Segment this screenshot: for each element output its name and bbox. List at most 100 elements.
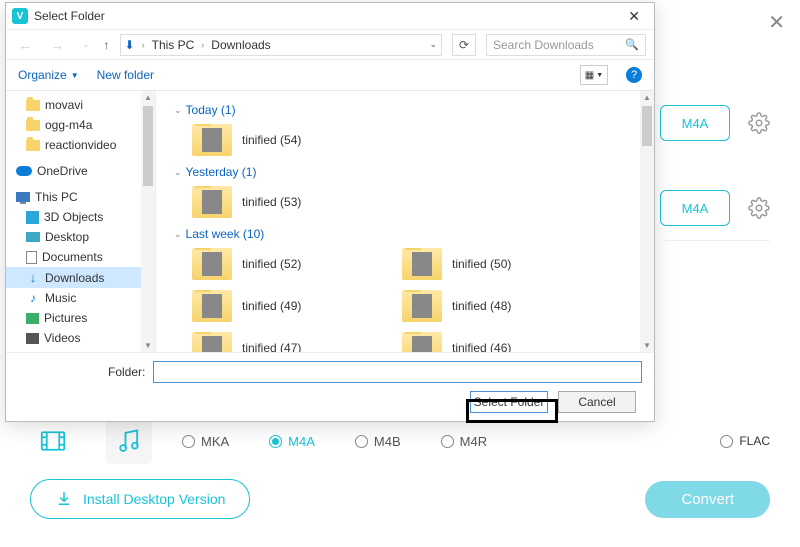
folder-name-input[interactable] bbox=[153, 361, 642, 383]
folder-item[interactable]: tinified (54) bbox=[192, 121, 382, 159]
format-radio-mka[interactable]: MKA bbox=[182, 434, 229, 449]
output-format-button-1[interactable]: M4A bbox=[660, 105, 730, 141]
scroll-down-icon[interactable]: ▼ bbox=[142, 339, 154, 352]
search-input[interactable]: Search Downloads 🔍 bbox=[486, 34, 646, 56]
tree-item-label: ogg-m4a bbox=[45, 118, 92, 132]
breadcrumb-root[interactable]: This PC bbox=[152, 38, 195, 52]
tree-item-videos[interactable]: Videos bbox=[6, 328, 155, 348]
tree-item-desktop[interactable]: Desktop bbox=[6, 227, 155, 247]
format-label: M4B bbox=[374, 434, 401, 449]
tree-item-label: Local Disk (C:) bbox=[44, 351, 123, 352]
download-icon bbox=[55, 490, 73, 508]
refresh-icon[interactable]: ⟳ bbox=[452, 34, 476, 56]
format-radio-m4a[interactable]: M4A bbox=[269, 434, 315, 449]
content-scrollbar[interactable]: ▲ ▼ bbox=[640, 91, 654, 352]
folder-icon bbox=[192, 248, 232, 280]
folder-item[interactable]: tinified (50) bbox=[402, 245, 592, 283]
audio-tab-icon[interactable] bbox=[106, 418, 152, 464]
folder-icon bbox=[192, 124, 232, 156]
convert-button[interactable]: Convert bbox=[645, 481, 770, 518]
folder-name: tinified (47) bbox=[242, 341, 301, 352]
tree-item-ogg-m4a[interactable]: ogg-m4a bbox=[6, 115, 155, 135]
tree-item-3d-objects[interactable]: 3D Objects bbox=[6, 207, 155, 227]
breadcrumb-loc[interactable]: Downloads bbox=[211, 38, 270, 52]
navigation-tree[interactable]: movavi ogg-m4a reactionvideo OneDrive This P… bbox=[6, 91, 156, 352]
cancel-button[interactable]: Cancel bbox=[558, 391, 636, 413]
chevron-down-icon: ⌄ bbox=[174, 229, 182, 240]
scroll-up-icon[interactable]: ▲ bbox=[142, 91, 154, 104]
install-desktop-button[interactable]: Install Desktop Version bbox=[30, 479, 250, 519]
search-placeholder: Search Downloads bbox=[493, 38, 594, 52]
settings-gear-icon[interactable] bbox=[748, 197, 770, 219]
tree-item-label: Downloads bbox=[45, 271, 104, 285]
nav-up-icon[interactable]: ↑ bbox=[104, 38, 110, 52]
address-bar[interactable]: ⬇ › This PC › Downloads ⌄ bbox=[120, 34, 442, 56]
output-format-button-2[interactable]: M4A bbox=[660, 190, 730, 226]
radio-icon bbox=[355, 435, 368, 448]
folder-icon bbox=[192, 290, 232, 322]
folder-item[interactable]: tinified (49) bbox=[192, 287, 382, 325]
folder-name: tinified (48) bbox=[452, 299, 511, 313]
radio-icon bbox=[269, 435, 282, 448]
tree-item-label: Documents bbox=[42, 250, 103, 264]
group-header[interactable]: ⌄Yesterday (1) bbox=[174, 159, 654, 183]
group-title: Yesterday (1) bbox=[186, 165, 257, 179]
folder-name: tinified (49) bbox=[242, 299, 301, 313]
scroll-thumb[interactable] bbox=[143, 106, 153, 186]
format-label: FLAC bbox=[739, 434, 770, 448]
folder-name: tinified (52) bbox=[242, 257, 301, 271]
help-icon[interactable]: ? bbox=[626, 67, 642, 83]
downloads-icon: ⬇ bbox=[125, 38, 135, 52]
group-title: Today (1) bbox=[186, 103, 236, 117]
view-options-button[interactable]: ▦▼ bbox=[580, 65, 608, 85]
tree-item-label: movavi bbox=[45, 98, 83, 112]
folder-name: tinified (50) bbox=[452, 257, 511, 271]
tree-item-documents[interactable]: Documents bbox=[6, 247, 155, 267]
video-tab-icon[interactable] bbox=[30, 418, 76, 464]
file-list[interactable]: ⌄Today (1)tinified (54)⌄Yesterday (1)tin… bbox=[156, 91, 654, 352]
nav-forward-icon: → bbox=[46, 37, 68, 53]
tree-item-onedrive[interactable]: OneDrive bbox=[6, 161, 155, 181]
scroll-down-icon[interactable]: ▼ bbox=[641, 339, 653, 352]
format-label: MKA bbox=[201, 434, 229, 449]
settings-gear-icon[interactable] bbox=[748, 112, 770, 134]
app-close-icon[interactable]: ✕ bbox=[768, 10, 785, 35]
tree-item-movavi[interactable]: movavi bbox=[6, 95, 155, 115]
group-header[interactable]: ⌄Last week (10) bbox=[174, 221, 654, 245]
address-dropdown-icon[interactable]: ⌄ bbox=[429, 39, 437, 50]
app-logo-icon: V bbox=[12, 8, 28, 24]
tree-item-reactionvideo[interactable]: reactionvideo bbox=[6, 135, 155, 155]
format-radio-m4b[interactable]: M4B bbox=[355, 434, 401, 449]
radio-icon bbox=[720, 435, 733, 448]
tree-item-music[interactable]: ♪Music bbox=[6, 288, 155, 308]
chevron-down-icon: ⌄ bbox=[174, 105, 182, 116]
tree-item-label: OneDrive bbox=[37, 164, 88, 178]
tree-item-downloads[interactable]: ↓Downloads bbox=[6, 267, 155, 288]
folder-item[interactable]: tinified (46) bbox=[402, 329, 592, 352]
format-radio-flac[interactable]: FLAC bbox=[720, 434, 770, 448]
tree-item-label: Videos bbox=[44, 331, 80, 345]
folder-item[interactable]: tinified (52) bbox=[192, 245, 382, 283]
tree-scrollbar[interactable]: ▲ ▼ bbox=[141, 91, 155, 352]
organize-menu[interactable]: Organize ▼ bbox=[18, 68, 79, 82]
folder-item[interactable]: tinified (48) bbox=[402, 287, 592, 325]
tree-item-label: Music bbox=[45, 291, 76, 305]
tree-item-this-pc[interactable]: This PC bbox=[6, 187, 155, 207]
folder-icon bbox=[402, 332, 442, 352]
folder-item[interactable]: tinified (53) bbox=[192, 183, 382, 221]
select-folder-button[interactable]: Select Folder bbox=[470, 391, 548, 413]
chevron-right-icon: › bbox=[201, 40, 204, 50]
format-label: M4R bbox=[460, 434, 487, 449]
nav-recent-icon[interactable]: ⌄ bbox=[78, 39, 94, 50]
new-folder-button[interactable]: New folder bbox=[97, 68, 154, 82]
folder-item[interactable]: tinified (47) bbox=[192, 329, 382, 352]
tree-item-label: 3D Objects bbox=[44, 210, 103, 224]
format-radio-m4r[interactable]: M4R bbox=[441, 434, 487, 449]
scroll-up-icon[interactable]: ▲ bbox=[641, 91, 653, 104]
tree-item-pictures[interactable]: Pictures bbox=[6, 308, 155, 328]
scroll-thumb[interactable] bbox=[642, 106, 652, 146]
radio-icon bbox=[182, 435, 195, 448]
dialog-close-icon[interactable]: ✕ bbox=[620, 8, 648, 25]
group-header[interactable]: ⌄ Today (1) bbox=[174, 97, 654, 121]
tree-item-local-disk-c-[interactable]: Local Disk (C:) bbox=[6, 348, 155, 352]
